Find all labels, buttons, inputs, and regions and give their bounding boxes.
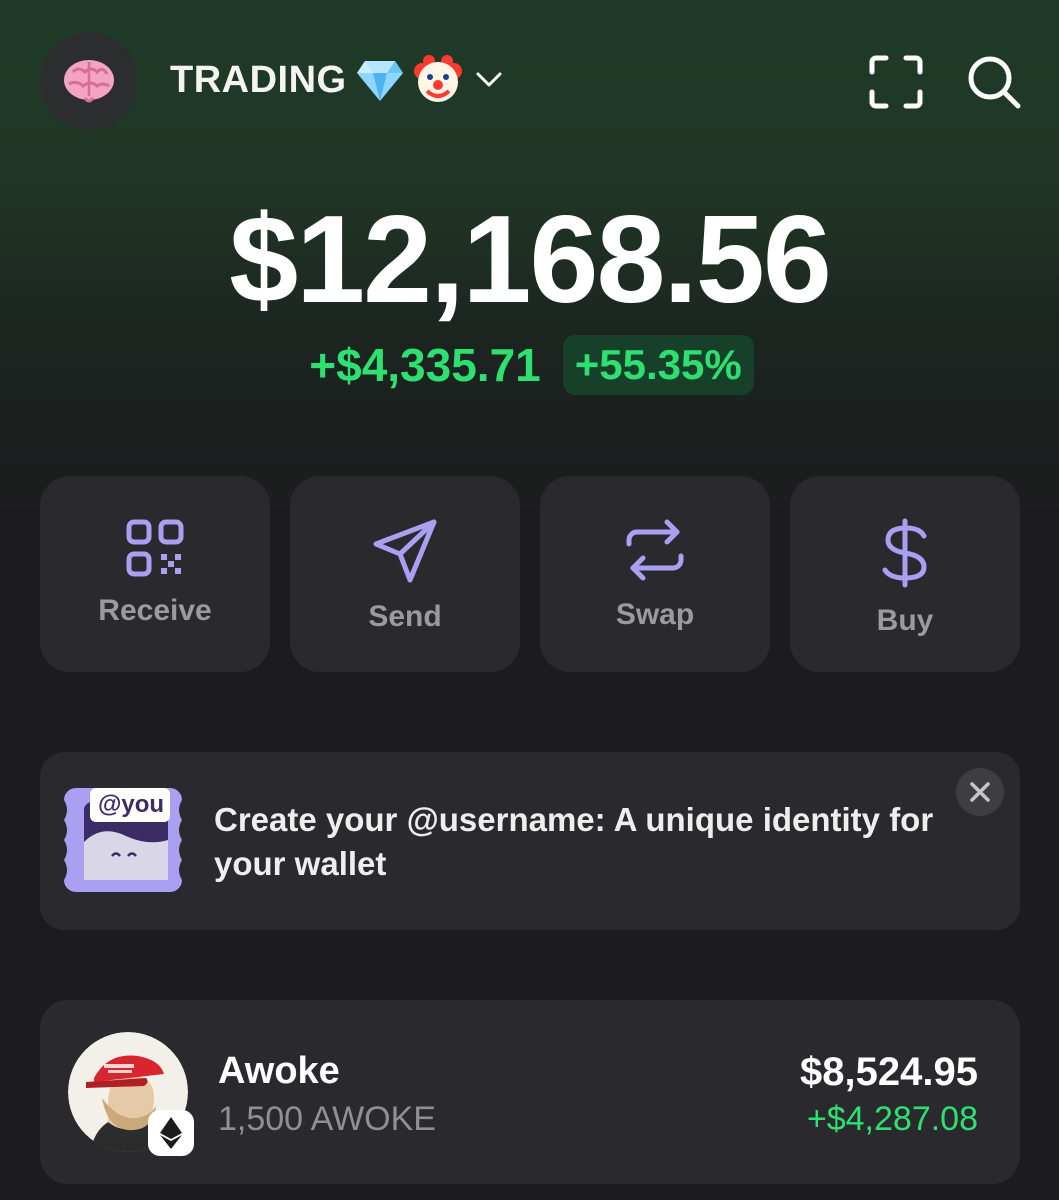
username-promo-illustration: @you (62, 782, 184, 900)
ethereum-icon (160, 1117, 182, 1149)
gem-icon (356, 61, 403, 101)
search-icon (968, 56, 1021, 109)
total-balance: $12,168.56 (229, 191, 832, 329)
change-amount: +$4,335.71 (309, 339, 541, 391)
receive-button[interactable]: Receive (40, 476, 270, 672)
chain-badge (148, 1110, 194, 1156)
search-button[interactable] (966, 54, 1022, 110)
qr-code-icon (126, 519, 184, 577)
dollar-icon (882, 518, 927, 588)
wallet-name: TRADING (170, 58, 347, 101)
close-icon (970, 782, 990, 802)
buy-button[interactable]: Buy (790, 476, 1020, 672)
chevron-down-icon (475, 71, 503, 89)
change-percent-badge: +55.35% (562, 335, 754, 395)
receive-label: Receive (98, 594, 212, 627)
promo-close-button[interactable] (956, 768, 1004, 816)
send-label: Send (368, 600, 442, 633)
token-value: $8,524.95 (800, 1050, 978, 1094)
clown-icon (413, 55, 462, 102)
buy-label: Buy (876, 604, 934, 637)
swap-icon (626, 519, 684, 581)
token-row-awoke[interactable]: Awoke 1,500 AWOKE $8,524.95 +$4,287.08 (40, 1000, 1020, 1184)
wallet-selector[interactable]: TRADING (170, 55, 503, 104)
account-avatar[interactable] (40, 32, 138, 130)
token-change: +$4,287.08 (806, 1100, 978, 1138)
scan-icon (869, 55, 923, 109)
promo-text: Create your @username: A unique identity… (214, 801, 934, 882)
send-button[interactable]: Send (290, 476, 520, 672)
action-buttons: Receive Send Swap Buy (40, 476, 1020, 672)
send-icon (373, 519, 437, 583)
token-name: Awoke (218, 1050, 340, 1092)
swap-label: Swap (615, 598, 695, 631)
scan-button[interactable] (868, 54, 924, 110)
token-quantity: 1,500 AWOKE (218, 1100, 436, 1138)
swap-button[interactable]: Swap (540, 476, 770, 672)
username-promo-banner[interactable]: @you Create your @username: A unique ide… (40, 752, 1020, 930)
brain-icon (64, 60, 114, 103)
balance-change-row: +$4,335.71 +55.35% (0, 334, 1059, 396)
header: TRADING (0, 0, 1059, 160)
promo-badge-label: @you (98, 791, 165, 818)
